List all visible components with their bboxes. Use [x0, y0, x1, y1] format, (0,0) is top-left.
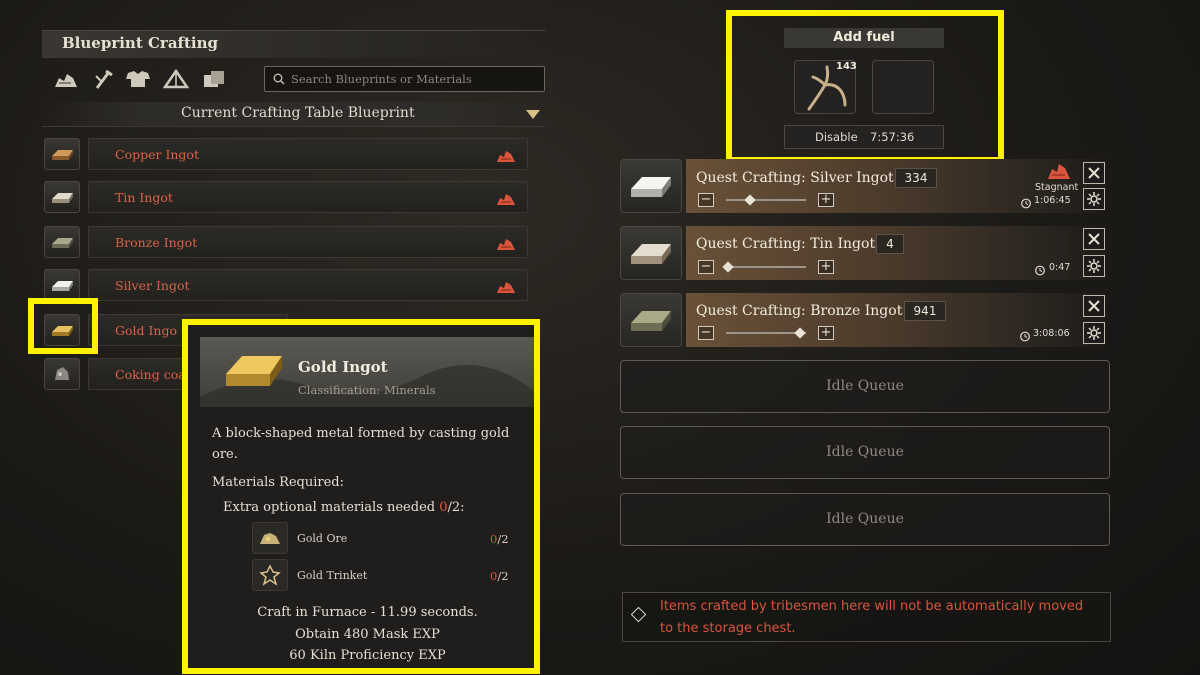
- alarm-clock-icon: [1020, 194, 1032, 213]
- alarm-clock-icon: [1019, 327, 1031, 346]
- idle-queue-slot[interactable]: Idle Queue: [620, 360, 1110, 413]
- fuel-highlight: [726, 10, 1004, 163]
- queue-timer: 3:08:06: [1033, 328, 1070, 339]
- silver-ingot-icon: [620, 159, 682, 213]
- tooltip-highlight: [182, 319, 540, 674]
- quantity-slider-track[interactable]: [726, 199, 806, 201]
- queue-title: Quest Crafting: Silver Ingot: [696, 170, 894, 186]
- alarm-clock-icon: [1034, 261, 1046, 280]
- blueprint-label: Silver Ingot: [115, 278, 190, 293]
- bronze-ingot-icon: [44, 226, 80, 258]
- silver-ingot-icon: [44, 269, 80, 301]
- tent-icon[interactable]: [162, 66, 190, 92]
- increase-button[interactable]: +: [818, 326, 834, 340]
- close-icon[interactable]: [1083, 228, 1105, 250]
- tools-icon[interactable]: [90, 66, 118, 92]
- notice-text: Items crafted by tribesmen here will not…: [660, 599, 1084, 636]
- blueprint-label: Copper Ingot: [115, 147, 199, 162]
- gold-ingot-highlight: [28, 298, 98, 354]
- blueprint-label: Tin Ingot: [115, 190, 173, 205]
- ore-icon: [496, 148, 516, 167]
- ore-icon: [496, 191, 516, 210]
- queue-count[interactable]: 941: [904, 301, 946, 321]
- decrease-button[interactable]: −: [698, 260, 714, 274]
- close-icon[interactable]: [1083, 162, 1105, 184]
- increase-button[interactable]: +: [818, 260, 834, 274]
- ore-icon: [496, 279, 516, 298]
- idle-queue-slot[interactable]: Idle Queue: [620, 426, 1110, 479]
- queue-title: Quest Crafting: Bronze Ingot: [696, 303, 903, 319]
- search-icon: [273, 70, 285, 89]
- armor-icon[interactable]: [124, 66, 152, 92]
- queue-count[interactable]: 334: [895, 168, 937, 188]
- table-blueprint-label: Current Crafting Table Blueprint: [181, 105, 415, 121]
- queue-count[interactable]: 4: [876, 234, 904, 254]
- search-box[interactable]: [264, 66, 545, 92]
- queue-timer: 1:06:45: [1034, 195, 1071, 206]
- blueprint-label: Gold Ingo: [115, 323, 177, 338]
- ore-pile-icon[interactable]: [52, 66, 80, 92]
- status-label: Stagnant: [1035, 182, 1079, 193]
- queue-title: Quest Crafting: Tin Ingot: [696, 236, 876, 252]
- search-input[interactable]: [291, 72, 531, 86]
- ore-icon: [1047, 162, 1071, 184]
- tin-ingot-icon: [44, 181, 80, 213]
- decrease-button[interactable]: −: [698, 193, 714, 207]
- gear-icon[interactable]: [1083, 255, 1105, 277]
- gear-icon[interactable]: [1083, 188, 1105, 210]
- bronze-ingot-icon: [620, 293, 682, 347]
- gear-icon[interactable]: [1083, 322, 1105, 344]
- idle-queue-slot[interactable]: Idle Queue: [620, 493, 1110, 546]
- dropdown-arrow-icon[interactable]: [526, 110, 540, 119]
- increase-button[interactable]: +: [818, 193, 834, 207]
- blueprint-label: Coking coa: [115, 367, 186, 382]
- quantity-slider-track[interactable]: [726, 266, 806, 268]
- close-icon[interactable]: [1083, 295, 1105, 317]
- decrease-button[interactable]: −: [698, 326, 714, 340]
- box-icon[interactable]: [200, 66, 228, 92]
- copper-ingot-icon: [44, 138, 80, 170]
- blueprint-label: Bronze Ingot: [115, 235, 198, 250]
- ore-icon: [496, 236, 516, 255]
- queue-timer: 0:47: [1049, 262, 1071, 273]
- coal-icon: [44, 358, 80, 390]
- tin-ingot-icon: [620, 226, 682, 280]
- panel-title: Blueprint Crafting: [62, 34, 219, 52]
